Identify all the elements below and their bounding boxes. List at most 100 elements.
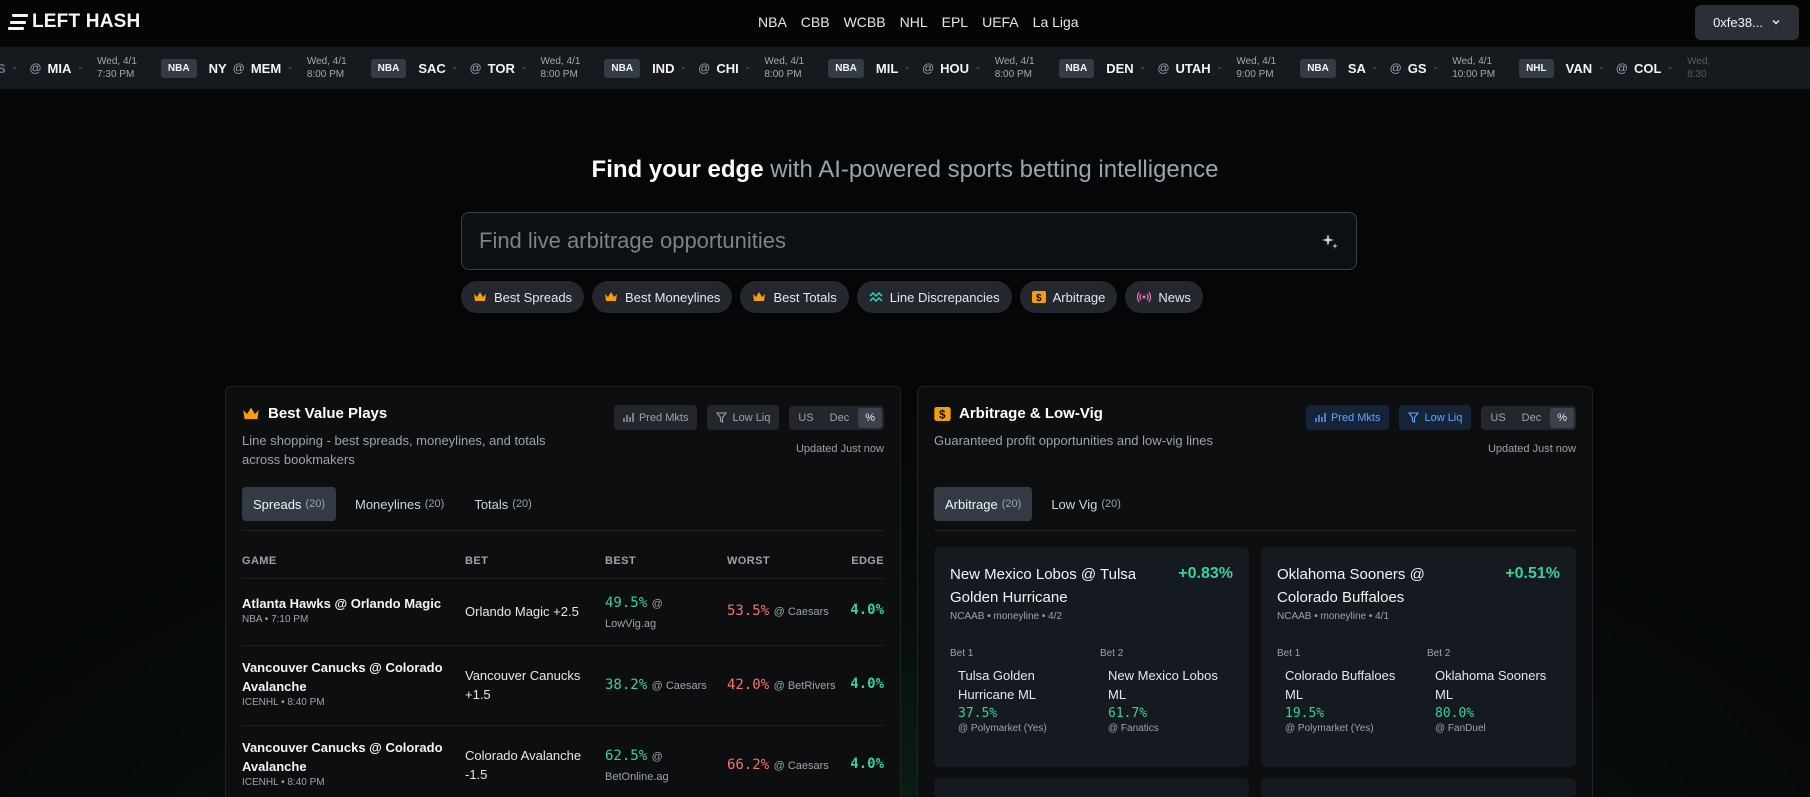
ticker-game[interactable]: NBA IND - @ CHI - Wed, 4/1 8:00 PM: [604, 55, 828, 81]
ticker-game[interactable]: NBA DEN - @ UTAH - Wed, 4/1 9:00 PM: [1058, 55, 1301, 81]
at-sign: @: [698, 61, 711, 75]
bar-chart-icon: [623, 413, 634, 422]
bar-chart-icon: [1315, 413, 1326, 422]
best-book: @ Caesars: [651, 680, 707, 692]
game-time: Wed, 4/1 10:00 PM: [1452, 56, 1496, 80]
format-pct[interactable]: %: [1550, 407, 1574, 428]
col-bet[interactable]: BET: [465, 555, 488, 567]
sparkle-icon[interactable]: [1321, 232, 1339, 250]
chip-best-totals[interactable]: Best Totals: [740, 281, 849, 313]
arb-profit: +0.51%: [1505, 565, 1560, 582]
away-team: S: [0, 60, 6, 76]
format-us[interactable]: US: [791, 408, 820, 428]
chip-best-spreads[interactable]: Best Spreads: [461, 281, 585, 313]
panel-title: $ Arbitrage & Low-Vig: [934, 405, 1103, 422]
col-edge[interactable]: EDGE: [851, 555, 884, 567]
separator-dash: -: [1599, 62, 1603, 74]
nav-uefa[interactable]: UEFA: [982, 14, 1019, 30]
tab-arbitrage[interactable]: Arbitrage (20): [934, 487, 1033, 521]
away-team: NY: [208, 60, 227, 76]
table-row[interactable]: Vancouver Canucks @ Colorado Avalanche I…: [242, 725, 884, 797]
bet-line: Vancouver Canucks +1.5: [465, 668, 581, 702]
worst-pct: 66.2%: [727, 757, 770, 773]
ticker-game[interactable]: NBA MIL - @ HOU - Wed, 4/1 8:00 PM: [828, 55, 1058, 81]
tab-moneylines[interactable]: Moneylines (20): [344, 487, 455, 521]
game-name: Vancouver Canucks @ Colorado Avalanche: [242, 660, 443, 694]
top-bar: LEFT HASH NBA CBB WCBB NHL EPL UEFA La L…: [0, 0, 1810, 44]
ticker-game[interactable]: NBA SA - @ GS - Wed, 4/1 10:00 PM: [1300, 55, 1519, 81]
search-box[interactable]: [461, 212, 1357, 270]
tab-low-vig[interactable]: Low Vig (20): [1040, 487, 1132, 521]
separator-dash: -: [78, 62, 83, 74]
format-pct[interactable]: %: [858, 407, 882, 428]
nav-epl[interactable]: EPL: [942, 14, 968, 30]
separator-dash: -: [745, 62, 750, 74]
best-book-name: LowVig.ag: [605, 618, 657, 630]
crown-icon: [243, 407, 259, 419]
game-name: Atlanta Hawks @ Orlando Magic: [242, 596, 442, 611]
leg-team: Oklahoma Sooners ML: [1435, 668, 1547, 702]
nav-la-liga[interactable]: La Liga: [1033, 14, 1079, 30]
game-meta: ICENHL • 8:40 PM: [242, 697, 325, 708]
arb-game: Oklahoma Sooners @ Colorado Buffaloes: [1277, 566, 1425, 606]
low-liq-toggle[interactable]: Low Liq: [1399, 405, 1472, 430]
nav-cbb[interactable]: CBB: [801, 14, 830, 30]
ticker-game[interactable]: S - @ MIA - Wed, 4/1 7:30 PM: [0, 55, 161, 81]
chip-news[interactable]: News: [1125, 281, 1203, 313]
wallet-button[interactable]: 0xfe38...: [1695, 4, 1799, 40]
logo-icon: [8, 12, 28, 32]
format-dec[interactable]: Dec: [823, 408, 857, 428]
col-worst[interactable]: WORST: [727, 555, 770, 567]
chip-line-discrepancies[interactable]: Line Discrepancies: [856, 281, 1012, 313]
arb-card[interactable]: New Mexico Lobos @ Tulsa Golden Hurrican…: [934, 547, 1249, 767]
worst-pct: 53.5%: [727, 603, 770, 619]
pred-mkts-toggle[interactable]: Pred Mkts: [1305, 405, 1390, 430]
home-team: COL: [1633, 60, 1662, 76]
dollar-icon: $: [1031, 291, 1046, 303]
game-meta: NBA • 7:10 PM: [242, 614, 309, 625]
away-team: SAC: [418, 60, 446, 76]
league-badge: NHL: [1519, 58, 1554, 78]
home-team: MIA: [47, 60, 72, 76]
quick-filter-chips: Best Spreads Best Moneylines Best Totals…: [461, 281, 1203, 313]
updated-label: Updated Just now: [1487, 443, 1576, 455]
ticker-game[interactable]: NHL VAN - @ COL - Wed, 8:30: [1519, 55, 1734, 81]
bet-line: Colorado Avalanche -1.5: [465, 748, 582, 782]
leg-label: Bet 1: [1277, 648, 1301, 659]
wallet-address: 0xfe38...: [1713, 14, 1763, 30]
table-row[interactable]: Vancouver Canucks @ Colorado Avalanche I…: [242, 645, 884, 725]
arb-tabs: Arbitrage (20) Low Vig (20): [934, 487, 1132, 521]
crown-icon: [753, 292, 766, 301]
logo[interactable]: LEFT HASH: [8, 11, 140, 33]
arb-card[interactable]: [934, 778, 1249, 797]
search-input[interactable]: [479, 228, 1279, 254]
low-liq-toggle[interactable]: Low Liq: [707, 405, 780, 430]
format-dec[interactable]: Dec: [1515, 408, 1549, 428]
table-row[interactable]: Atlanta Hawks @ Orlando Magic NBA • 7:10…: [242, 578, 884, 645]
chip-best-moneylines[interactable]: Best Moneylines: [592, 281, 733, 313]
tab-totals[interactable]: Totals (20): [463, 487, 543, 521]
nav-wcbb[interactable]: WCBB: [844, 14, 886, 30]
best-book: @: [651, 598, 663, 610]
tab-spreads[interactable]: Spreads (20): [242, 487, 336, 521]
col-game[interactable]: GAME: [242, 555, 277, 567]
arb-card[interactable]: Oklahoma Sooners @ Colorado Buffaloes +0…: [1261, 547, 1576, 767]
nav-nhl[interactable]: NHL: [900, 14, 928, 30]
league-badge: NBA: [1300, 58, 1336, 78]
hero-title-bold: Find your edge: [591, 156, 764, 183]
leg-label: Bet 2: [1427, 648, 1451, 659]
ticker-game[interactable]: NBA SAC - @ TOR - Wed, 4/1 8:00 PM: [370, 55, 605, 81]
nav-nba[interactable]: NBA: [758, 14, 787, 30]
panel-title-text: Best Value Plays: [268, 405, 388, 422]
leg-pct: 19.5%: [1285, 706, 1325, 721]
pred-mkts-toggle[interactable]: Pred Mkts: [613, 405, 698, 430]
panel-subtitle: Guaranteed profit opportunities and low-…: [934, 433, 1213, 448]
chip-arbitrage[interactable]: $ Arbitrage: [1019, 281, 1118, 313]
ticker-game[interactable]: NBA NY @ MEM - Wed, 4/1 8:00 PM: [160, 55, 371, 81]
panel-controls: Pred Mkts Low Liq US Dec %: [613, 405, 884, 430]
format-us[interactable]: US: [1483, 408, 1512, 428]
arb-card[interactable]: [1261, 778, 1576, 797]
leg-label: Bet 1: [950, 648, 974, 659]
col-best[interactable]: BEST: [605, 555, 636, 567]
at-sign: @: [921, 61, 935, 75]
